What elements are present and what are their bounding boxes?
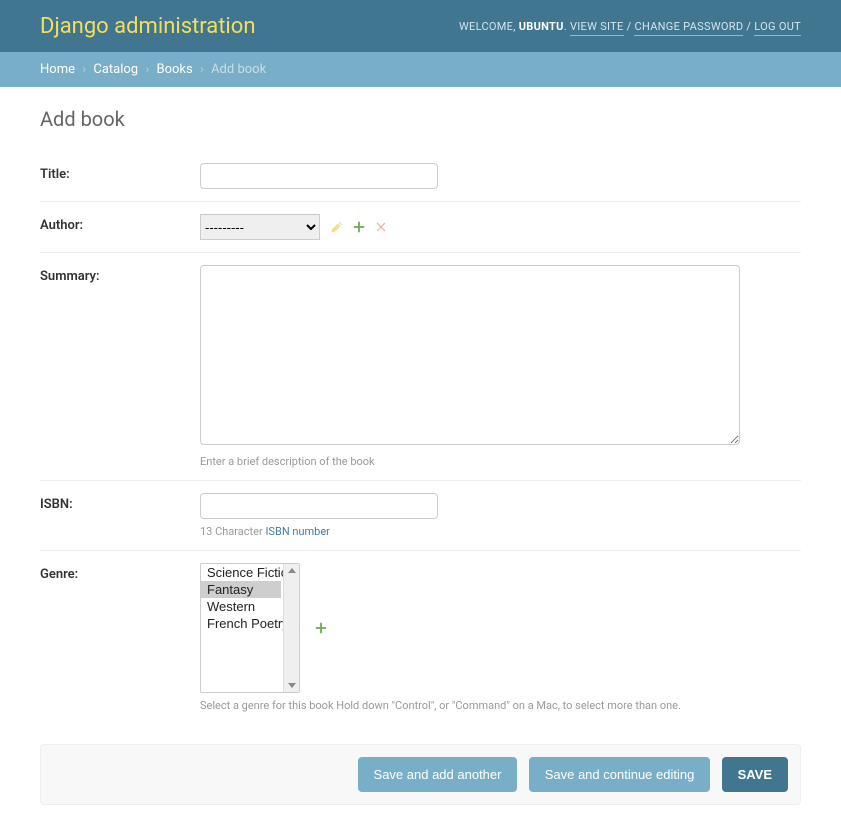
content: Add book Title: Author: --------- Summar… [0, 87, 841, 825]
genre-help: Select a genre for this book Hold down "… [200, 699, 801, 712]
field-row-summary: Summary: Enter a brief description of th… [40, 253, 801, 481]
delete-icon[interactable] [374, 220, 388, 234]
field-row-author: Author: --------- [40, 202, 801, 253]
field-row-title: Title: [40, 151, 801, 202]
field-row-isbn: ISBN: 13 Character ISBN number [40, 481, 801, 551]
genre-option[interactable]: Fantasy [201, 581, 281, 598]
breadcrumb-home[interactable]: Home [40, 62, 75, 77]
summary-textarea[interactable] [200, 265, 740, 445]
change-password-link[interactable]: CHANGE PASSWORD [634, 20, 743, 36]
page-title: Add book [40, 107, 801, 131]
title-label: Title: [40, 163, 200, 182]
breadcrumb-separator: › [82, 62, 86, 77]
breadcrumb-catalog[interactable]: Catalog [93, 62, 138, 77]
genre-select[interactable]: Science FictionFantasyWesternFrench Poet… [200, 563, 300, 693]
genre-label: Genre: [40, 563, 200, 582]
breadcrumb-separator: › [145, 62, 149, 77]
add-genre-icon[interactable] [314, 621, 328, 635]
summary-label: Summary: [40, 265, 200, 284]
separator-slash: / [624, 20, 635, 33]
separator-slash: / [743, 20, 754, 33]
submit-row: Save and add another Save and continue e… [40, 744, 801, 805]
site-header: Django administration WELCOME, UBUNTU. V… [0, 0, 841, 52]
isbn-input[interactable] [200, 493, 438, 519]
genre-option[interactable]: Science Fiction [201, 564, 281, 581]
user-tools: WELCOME, UBUNTU. VIEW SITE / CHANGE PASS… [459, 20, 801, 33]
isbn-help-link[interactable]: ISBN number [265, 525, 329, 538]
save-button[interactable]: SAVE [722, 757, 788, 792]
breadcrumb: Home › Catalog › Books › Add book [0, 52, 841, 87]
save-continue-button[interactable]: Save and continue editing [529, 757, 711, 792]
breadcrumb-separator: › [200, 62, 204, 77]
author-label: Author: [40, 214, 200, 233]
isbn-label: ISBN: [40, 493, 200, 512]
genre-option[interactable]: Western [201, 598, 281, 615]
breadcrumb-books[interactable]: Books [156, 62, 192, 77]
logout-link[interactable]: LOG OUT [754, 20, 801, 36]
isbn-help: 13 Character ISBN number [200, 525, 801, 538]
genre-option[interactable]: French Poetry [201, 615, 281, 632]
save-add-another-button[interactable]: Save and add another [358, 757, 518, 792]
edit-icon[interactable] [330, 220, 344, 234]
field-row-genre: Genre: Science FictionFantasyWesternFren… [40, 551, 801, 724]
breadcrumb-current: Add book [211, 62, 266, 77]
summary-help: Enter a brief description of the book [200, 455, 801, 468]
username: UBUNTU [519, 20, 564, 33]
site-title: Django administration [40, 14, 255, 39]
welcome-text: WELCOME, [459, 20, 519, 33]
add-icon[interactable] [352, 220, 366, 234]
view-site-link[interactable]: VIEW SITE [570, 20, 624, 36]
author-select[interactable]: --------- [200, 214, 320, 240]
title-input[interactable] [200, 163, 438, 189]
